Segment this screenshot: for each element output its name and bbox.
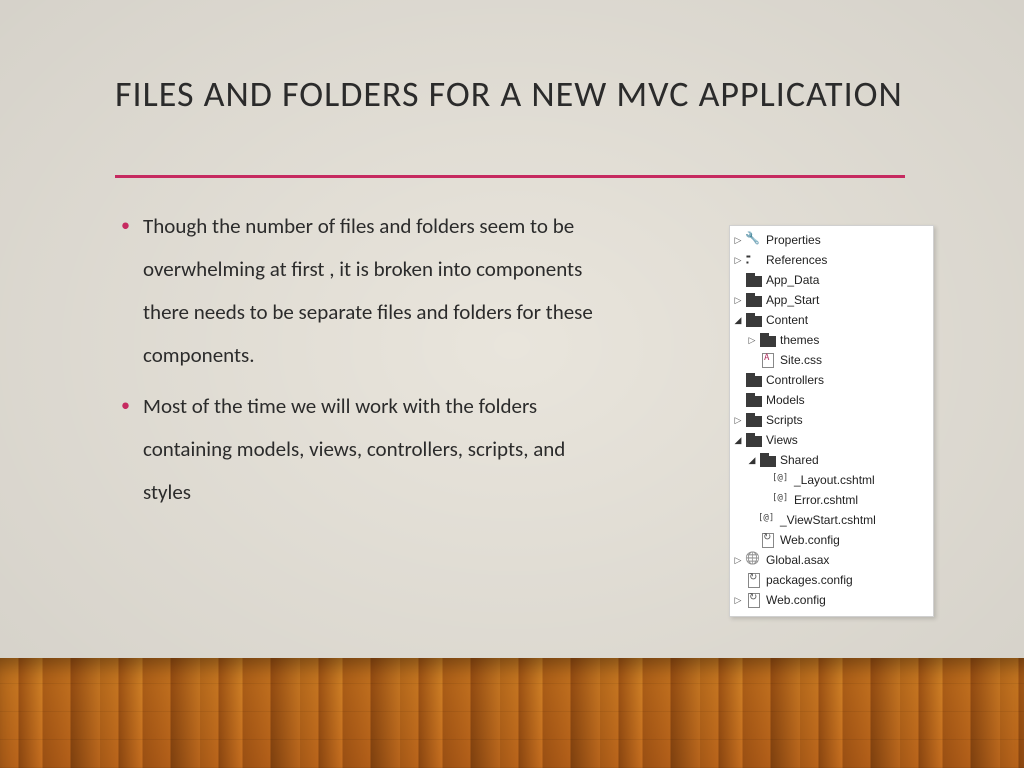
tree-item-label: App_Start [766, 293, 819, 307]
tree-item-label: Shared [780, 453, 819, 467]
cfg-icon [746, 573, 762, 587]
folder-dark-icon [760, 333, 776, 347]
bullet-list: Though the number of files and folders s… [115, 205, 615, 514]
slide: FILES AND FOLDERS FOR A NEW MVC APPLICAT… [0, 0, 1024, 768]
tree-item-label: References [766, 253, 827, 267]
tree-item-label: Site.css [780, 353, 822, 367]
tree-row[interactable]: ▷ Global.asax [732, 550, 931, 570]
bullet-item: Most of the time we will work with the f… [115, 385, 615, 514]
tree-item-label: themes [780, 333, 819, 347]
tree-item-label: Content [766, 313, 808, 327]
tree-item-label: Models [766, 393, 805, 407]
cshtml-icon [774, 473, 790, 487]
css-icon [760, 353, 776, 367]
tree-item-label: Web.config [766, 593, 826, 607]
tree-item-label: _ViewStart.cshtml [780, 513, 876, 527]
floor-decoration [0, 658, 1024, 768]
expander-closed-icon[interactable]: ▷ [732, 294, 744, 306]
folder-dark-icon [760, 453, 776, 467]
tree-row[interactable]: ◢ Shared [732, 450, 931, 470]
wrench-icon [746, 233, 762, 247]
tree-row[interactable]: ▷ References [732, 250, 931, 270]
tree-item-label: Controllers [766, 373, 824, 387]
tree-item-label: Web.config [780, 533, 840, 547]
expander-closed-icon[interactable]: ▷ [732, 234, 744, 246]
folder-dark-icon [746, 373, 762, 387]
tree-row[interactable]: ▷Site.css [732, 350, 931, 370]
expander-closed-icon[interactable]: ▷ [732, 414, 744, 426]
tree-row[interactable]: ▷ App_Start [732, 290, 931, 310]
globe-icon [746, 553, 762, 567]
tree-row[interactable]: ▷Error.cshtml [732, 490, 931, 510]
tree-row[interactable]: ▷ Web.config [732, 590, 931, 610]
folder-dark-icon [746, 413, 762, 427]
cfg-icon [760, 533, 776, 547]
tree-item-label: packages.config [766, 573, 853, 587]
tree-item-label: Scripts [766, 413, 803, 427]
folder-dark-icon [746, 273, 762, 287]
tree-row[interactable]: ▷_Layout.cshtml [732, 470, 931, 490]
tree-row[interactable]: ▷Models [732, 390, 931, 410]
tree-item-label: App_Data [766, 273, 819, 287]
cshtml-icon [774, 493, 790, 507]
folder-dark-icon [746, 393, 762, 407]
tree-item-label: Views [766, 433, 798, 447]
tree-row[interactable]: ◢ Views [732, 430, 931, 450]
tree-row[interactable]: ▷packages.config [732, 570, 931, 590]
tree-row[interactable]: ▷ Properties [732, 230, 931, 250]
expander-closed-icon[interactable]: ▷ [746, 334, 758, 346]
expander-closed-icon[interactable]: ▷ [732, 254, 744, 266]
expander-closed-icon[interactable]: ▷ [732, 554, 744, 566]
title-divider [115, 175, 905, 178]
tree-item-label: Properties [766, 233, 821, 247]
expander-open-icon[interactable]: ◢ [746, 454, 758, 466]
folder-dark-icon [746, 313, 762, 327]
refs-icon [746, 253, 762, 267]
expander-closed-icon[interactable]: ▷ [732, 594, 744, 606]
tree-item-label: Global.asax [766, 553, 829, 567]
cshtml-icon [760, 513, 776, 527]
tree-row[interactable]: ▷Controllers [732, 370, 931, 390]
tree-row[interactable]: ▷Web.config [732, 530, 931, 550]
expander-open-icon[interactable]: ◢ [732, 434, 744, 446]
tree-row[interactable]: ◢ Content [732, 310, 931, 330]
bullet-item: Though the number of files and folders s… [115, 205, 615, 377]
slide-title: FILES AND FOLDERS FOR A NEW MVC APPLICAT… [115, 72, 905, 117]
tree-item-label: _Layout.cshtml [794, 473, 875, 487]
tree-item-label: Error.cshtml [794, 493, 858, 507]
slide-body: Though the number of files and folders s… [115, 205, 615, 522]
folder-dark-icon [746, 433, 762, 447]
expander-open-icon[interactable]: ◢ [732, 314, 744, 326]
tree-row[interactable]: ▷ themes [732, 330, 931, 350]
tree-row[interactable]: ▷_ViewStart.cshtml [732, 510, 931, 530]
solution-explorer-panel: ▷Properties▷References▷App_Data▷App_Star… [729, 225, 934, 617]
tree-row[interactable]: ▷ Scripts [732, 410, 931, 430]
cfg-icon [746, 593, 762, 607]
folder-dark-icon [746, 293, 762, 307]
tree-row[interactable]: ▷App_Data [732, 270, 931, 290]
